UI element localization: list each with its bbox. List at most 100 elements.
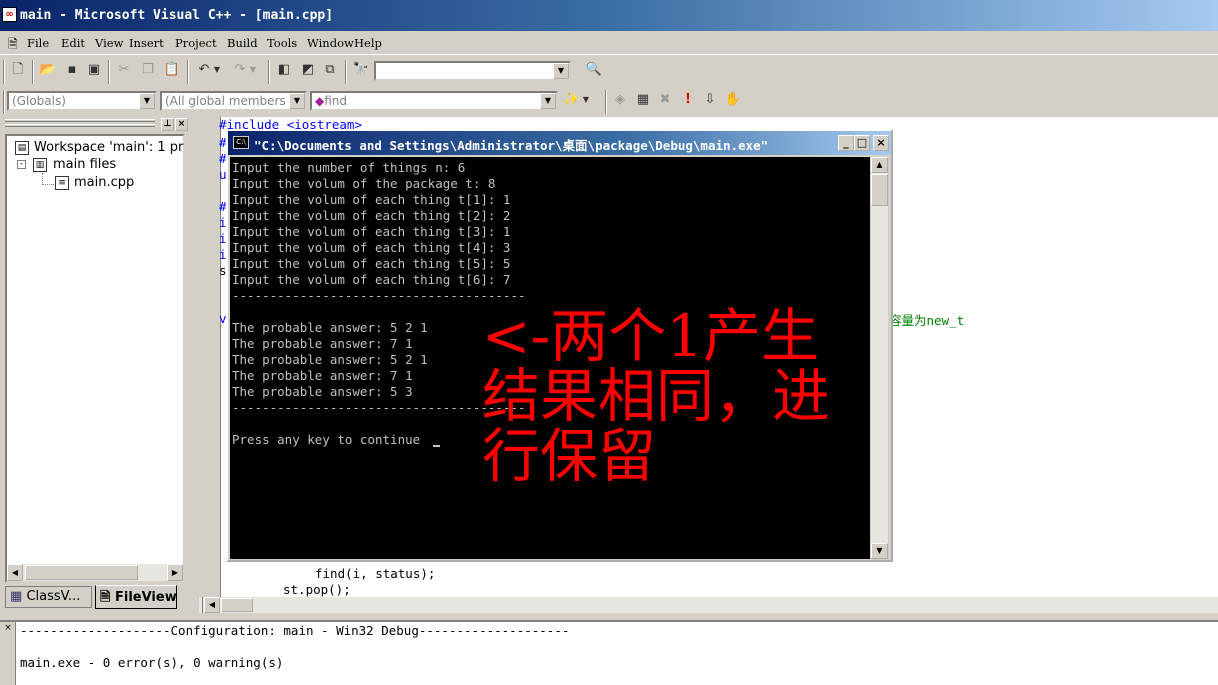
text-cursor bbox=[433, 445, 440, 447]
function-combo[interactable]: ◆find ▼ bbox=[310, 91, 558, 111]
minimize-icon[interactable]: _ bbox=[838, 135, 854, 151]
annotation-line: 行保留 bbox=[482, 422, 657, 490]
menu-help[interactable]: Help bbox=[354, 36, 382, 50]
scroll-left-icon[interactable]: ◀ bbox=[204, 597, 220, 613]
editor-hscrollbar[interactable]: ◀ bbox=[199, 597, 1218, 613]
horizontal-scrollbar[interactable]: ◀ ▶ bbox=[7, 564, 183, 581]
console-line: Input the volum of the package t: 8 bbox=[232, 176, 496, 191]
scroll-thumb[interactable] bbox=[871, 174, 888, 206]
panel-close-icon[interactable]: × bbox=[175, 118, 188, 131]
scope-value: (Globals) bbox=[12, 94, 66, 108]
wizardbar-toolbar: (Globals) ▼ (All global members ▼ ◆find ▼ ✨… bbox=[0, 88, 1218, 116]
console-line: Input the volum of each thing t[1]: 1 bbox=[232, 192, 511, 207]
redo-dropdown-icon[interactable]: ▼ bbox=[248, 61, 258, 81]
close-icon[interactable]: × bbox=[873, 135, 889, 151]
menu-file[interactable]: File bbox=[27, 36, 49, 50]
console-line: Input the number of things n: 6 bbox=[232, 160, 466, 175]
output-line: main.exe - 0 error(s), 0 warning(s) bbox=[20, 655, 284, 670]
console-line: Input the volum of each thing t[4]: 3 bbox=[232, 240, 511, 255]
close-icon[interactable]: × bbox=[3, 624, 13, 634]
execute-icon[interactable]: ! bbox=[678, 91, 698, 111]
function-diamond-icon: ◆ bbox=[315, 94, 325, 108]
tab-classview-label: ClassV... bbox=[26, 589, 81, 604]
console-window[interactable]: C:\ "C:\Documents and Settings\Administr… bbox=[226, 129, 893, 562]
wizard-icon[interactable]: ✨ bbox=[562, 91, 582, 111]
wizard-dropdown-icon[interactable]: ▼ bbox=[580, 91, 592, 111]
console-title: "C:\Documents and Settings\Administrator… bbox=[254, 138, 769, 153]
console-line: The probable answer: 7 1 bbox=[232, 368, 413, 383]
output-panel[interactable]: × --------------------Configuration: mai… bbox=[0, 620, 1218, 685]
scroll-thumb[interactable] bbox=[221, 598, 253, 612]
chevron-down-icon[interactable]: ▼ bbox=[540, 93, 556, 109]
scroll-right-icon[interactable]: ▶ bbox=[167, 564, 183, 581]
doc-menu-icon[interactable]: 🗎 bbox=[8, 35, 18, 56]
copy-icon[interactable]: ❐ bbox=[138, 61, 158, 81]
menu-tools[interactable]: Tools bbox=[267, 36, 297, 50]
console-output[interactable]: Input the number of things n: 6 Input th… bbox=[230, 157, 870, 559]
chevron-down-icon[interactable]: ▼ bbox=[553, 63, 569, 79]
scroll-left-icon[interactable]: ◀ bbox=[7, 564, 23, 581]
scroll-up-icon[interactable]: ▲ bbox=[871, 157, 888, 173]
compile-icon[interactable]: ◈ bbox=[610, 91, 630, 111]
collapse-icon[interactable]: - bbox=[17, 160, 26, 169]
open-icon[interactable]: 📂 bbox=[38, 61, 58, 81]
menu-project[interactable]: Project bbox=[175, 36, 217, 50]
code-comment: 容量为new_t bbox=[889, 313, 965, 328]
console-title-bar: C:\ "C:\Documents and Settings\Administr… bbox=[228, 131, 891, 155]
menu-window[interactable]: Window bbox=[307, 36, 354, 50]
undo-icon[interactable]: ↶ bbox=[194, 61, 214, 81]
workspace-icon[interactable]: ◧ bbox=[274, 61, 294, 81]
annotation-line: <-两个1产生 bbox=[482, 302, 820, 370]
editor-gutter bbox=[199, 117, 221, 597]
scope-combo[interactable]: (Globals) ▼ bbox=[7, 91, 157, 111]
console-separator: --------------------------------------- bbox=[232, 288, 526, 303]
members-value: (All global members bbox=[165, 94, 286, 108]
members-combo[interactable]: (All global members ▼ bbox=[160, 91, 307, 111]
new-file-icon[interactable]: 🗋 bbox=[8, 61, 28, 81]
workspace-panel: ⊥ × ▤ Workspace 'main': 1 pr - ▥ main fi… bbox=[0, 117, 196, 620]
menu-insert[interactable]: Insert bbox=[129, 36, 164, 50]
menu-view[interactable]: View bbox=[95, 36, 123, 50]
output-line: --------------------Configuration: main … bbox=[20, 623, 570, 638]
scroll-thumb[interactable] bbox=[25, 565, 138, 580]
workspace-tree: ▤ Workspace 'main': 1 pr - ▥ main files … bbox=[5, 134, 185, 583]
breakpoint-icon[interactable]: ✋ bbox=[723, 91, 743, 111]
undo-dropdown-icon[interactable]: ▼ bbox=[212, 61, 222, 81]
go-icon[interactable]: ⇩ bbox=[700, 91, 720, 111]
tab-fileview[interactable]: 🗎 FileView bbox=[95, 585, 177, 609]
redo-icon[interactable]: ↷ bbox=[230, 61, 250, 81]
annotation-line: 结果相同，进 bbox=[482, 362, 831, 430]
console-prompt: Press any key to continue bbox=[232, 432, 421, 447]
save-icon[interactable]: ▪ bbox=[62, 61, 82, 81]
output-grip: × bbox=[0, 622, 16, 685]
search-icon[interactable]: 🔍 bbox=[584, 61, 604, 81]
tab-classview[interactable]: ▦ ClassV... bbox=[5, 586, 92, 608]
find-in-files-icon[interactable]: 🔭 bbox=[351, 61, 371, 81]
save-all-icon[interactable]: ▣ bbox=[84, 61, 104, 81]
output-icon[interactable]: ◩ bbox=[298, 61, 318, 81]
console-line: The probable answer: 5 3 bbox=[232, 384, 413, 399]
paste-icon[interactable]: 📋 bbox=[162, 61, 182, 81]
tab-fileview-label: FileView bbox=[114, 590, 177, 605]
console-line: The probable answer: 5 2 1 bbox=[232, 352, 428, 367]
menu-edit[interactable]: Edit bbox=[61, 36, 85, 50]
tree-workspace-root[interactable]: Workspace 'main': 1 pr bbox=[34, 140, 183, 155]
stop-build-icon[interactable]: ✖ bbox=[655, 91, 675, 111]
code-line-find: find(i, status); bbox=[315, 566, 436, 581]
scroll-down-icon[interactable]: ▼ bbox=[871, 543, 888, 559]
cut-icon[interactable]: ✂ bbox=[114, 61, 134, 81]
window-title: main - Microsoft Visual C++ - [main.cpp] bbox=[20, 8, 334, 23]
find-combo[interactable]: ▼ bbox=[374, 61, 571, 81]
build-icon[interactable]: ▦ bbox=[633, 91, 653, 111]
tree-main-files[interactable]: main files bbox=[53, 157, 116, 172]
console-icon[interactable]: C:\ bbox=[233, 136, 249, 149]
maximize-icon[interactable]: □ bbox=[854, 135, 870, 151]
tree-main-cpp[interactable]: main.cpp bbox=[74, 175, 134, 190]
windows-list-icon[interactable]: ⧉ bbox=[320, 61, 340, 81]
chevron-down-icon[interactable]: ▼ bbox=[139, 93, 155, 109]
console-vscrollbar[interactable]: ▲ ▼ bbox=[871, 157, 888, 559]
menu-build[interactable]: Build bbox=[227, 36, 258, 50]
app-icon[interactable]: ∞ bbox=[2, 7, 17, 22]
chevron-down-icon[interactable]: ▼ bbox=[289, 93, 305, 109]
panel-restore-icon[interactable]: ⊥ bbox=[161, 118, 174, 131]
